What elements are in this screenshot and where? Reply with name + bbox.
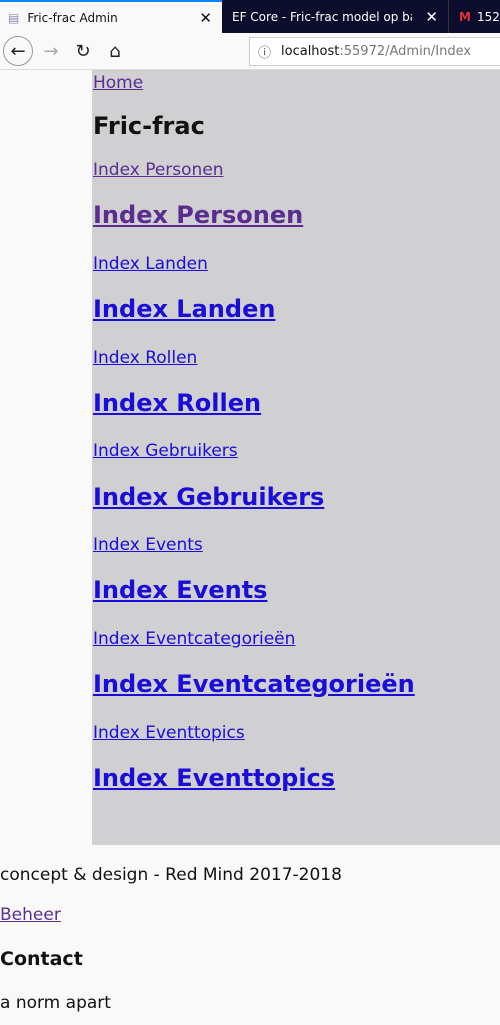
- info-icon: ⓘ: [258, 46, 272, 61]
- close-icon[interactable]: ✕: [425, 8, 438, 26]
- close-icon[interactable]: ✕: [199, 9, 212, 27]
- page-title: Fric-frac: [93, 112, 205, 140]
- url-host: localhost: [281, 44, 340, 59]
- forward-icon[interactable]: →: [36, 36, 66, 66]
- tab-title: Fric-frac Admin: [27, 10, 118, 25]
- link-index-landen-small[interactable]: Index Landen: [93, 254, 208, 274]
- back-icon[interactable]: ←: [3, 36, 33, 66]
- link-index-events[interactable]: Index Events: [93, 576, 267, 604]
- page-icon: ▤: [8, 10, 20, 25]
- main-content: Home Fric-frac Index Personen Index Pers…: [92, 70, 500, 845]
- link-index-rollen-small[interactable]: Index Rollen: [93, 348, 197, 368]
- tab-gmail[interactable]: M 1522: [448, 0, 500, 33]
- link-index-eventcategorieen-small[interactable]: Index Eventcategorieën: [93, 629, 295, 649]
- tab-ef-core[interactable]: EF Core - Fric-frac model op basis v ✕: [222, 0, 448, 33]
- footer-credit: concept & design - Red Mind 2017-2018: [0, 865, 342, 885]
- tab-fric-frac-admin[interactable]: ▤ Fric-frac Admin ✕: [0, 0, 222, 33]
- link-index-personen[interactable]: Index Personen: [93, 201, 303, 229]
- link-index-eventtopics[interactable]: Index Eventtopics: [93, 764, 335, 792]
- link-index-events-small[interactable]: Index Events: [93, 535, 203, 555]
- footer-tagline: a norm apart: [0, 993, 111, 1013]
- tab-title: 1522: [476, 9, 500, 24]
- link-index-landen[interactable]: Index Landen: [93, 295, 275, 323]
- beheer-link[interactable]: Beheer: [0, 905, 61, 925]
- contact-heading: Contact: [0, 948, 83, 970]
- home-link[interactable]: Home: [93, 73, 143, 93]
- tab-title: EF Core - Fric-frac model op basis v: [232, 9, 412, 24]
- link-index-rollen[interactable]: Index Rollen: [93, 389, 261, 417]
- link-index-eventtopics-small[interactable]: Index Eventtopics: [93, 723, 245, 743]
- tab-bar: ▤ Fric-frac Admin ✕ EF Core - Fric-frac …: [0, 0, 500, 33]
- gmail-icon: M: [459, 9, 471, 24]
- link-index-eventcategorieen[interactable]: Index Eventcategorieën: [93, 670, 415, 698]
- link-index-gebruikers[interactable]: Index Gebruikers: [93, 483, 324, 511]
- link-index-personen-small[interactable]: Index Personen: [93, 160, 224, 180]
- home-icon[interactable]: ⌂: [100, 36, 130, 66]
- nav-bar: ← → ↻ ⌂ ⓘ localhost:55972/Admin/Index: [0, 33, 500, 70]
- url-bar[interactable]: ⓘ localhost:55972/Admin/Index: [249, 37, 500, 66]
- link-index-gebruikers-small[interactable]: Index Gebruikers: [93, 441, 238, 461]
- url-path: :55972/Admin/Index: [339, 44, 472, 59]
- reload-icon[interactable]: ↻: [68, 36, 98, 66]
